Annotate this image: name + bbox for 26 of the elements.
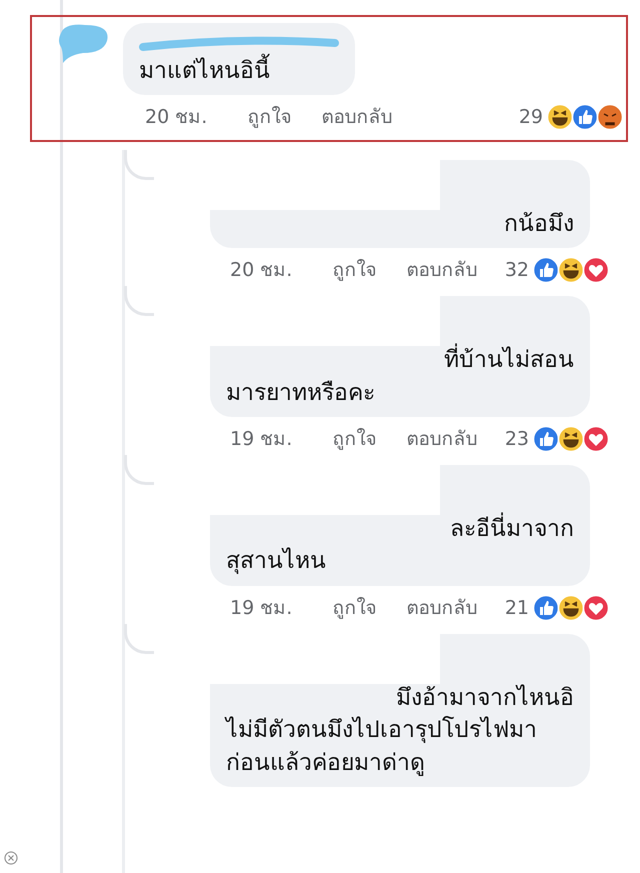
comment-time: 20 ชม. <box>145 105 208 130</box>
like-link[interactable]: ถูกใจ <box>247 103 292 132</box>
comment-time: 19 ชม. <box>230 426 292 452</box>
reply-link[interactable]: ตอบกลับ <box>406 256 478 284</box>
comment-text: กน้อมึง <box>503 210 574 239</box>
reaction-count: 29 <box>518 105 543 130</box>
reaction-count: 23 <box>504 426 529 452</box>
close-icon[interactable] <box>4 851 18 865</box>
reply-link[interactable]: ตอบกลับ <box>321 103 392 132</box>
reaction-count: 32 <box>504 258 529 283</box>
comment-time: 20 ชม. <box>230 258 292 283</box>
like-link[interactable]: ถูกใจ <box>332 594 376 622</box>
comment-text: มารยาทหรือคะ <box>226 378 376 408</box>
comment-text: ที่บ้านไม่สอน <box>226 344 574 377</box>
comment-text: มาแต่ไหนอินี้ <box>139 55 339 88</box>
comment-time: 19 ชม. <box>230 596 292 621</box>
like-link[interactable]: ถูกใจ <box>332 424 376 454</box>
comment-text: ไม่มีตัวตนมึงไปเอารุปโปรไฟมา <box>226 715 538 746</box>
reaction-count: 21 <box>504 596 529 621</box>
reply-link[interactable]: ตอบกลับ <box>406 594 478 622</box>
comment-text: มึงอ้ามาจากไหนอิ <box>395 683 574 714</box>
comment-text: ก่อนแล้วค่อยมาด่าดู <box>226 748 426 778</box>
comment-text: ละอีนี่มาจาก <box>226 513 574 546</box>
reply-link[interactable]: ตอบกลับ <box>406 424 478 454</box>
like-link[interactable]: ถูกใจ <box>332 256 376 284</box>
comment-text: สุสานไหน <box>226 546 327 576</box>
